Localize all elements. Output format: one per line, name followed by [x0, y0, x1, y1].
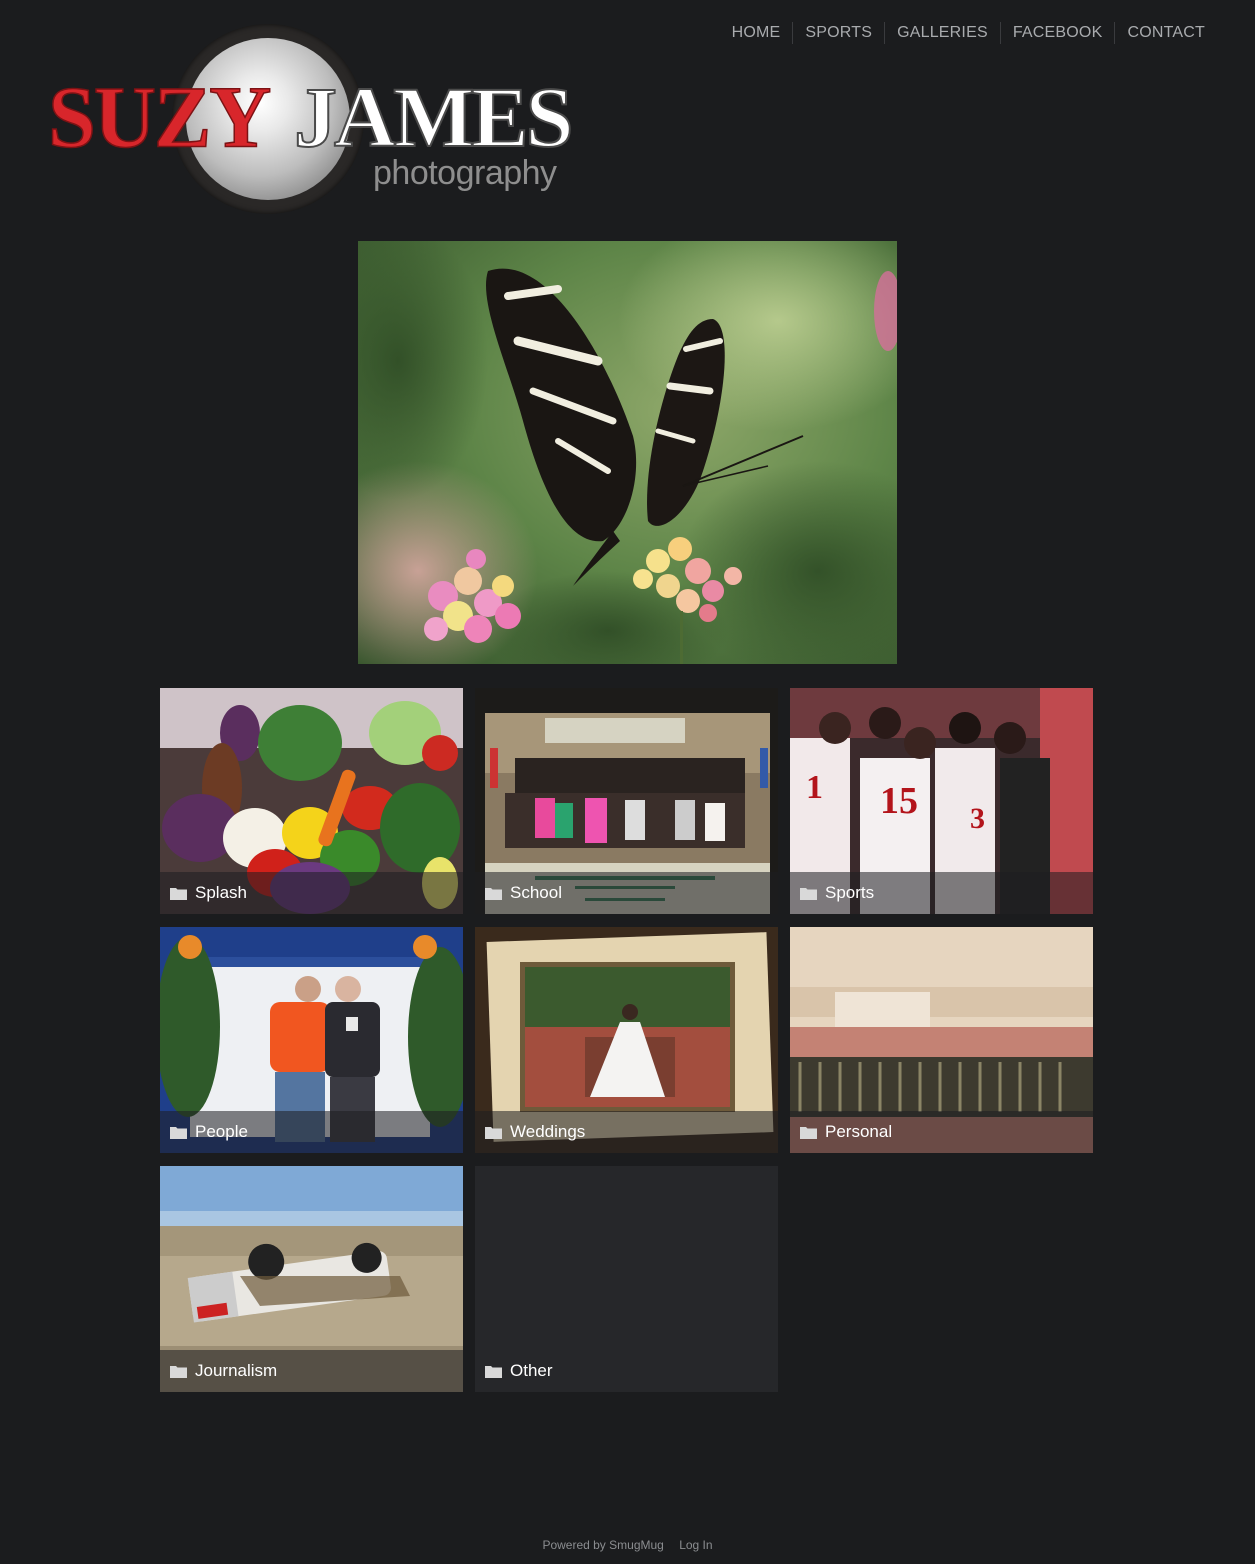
tile-caption: People	[160, 1111, 463, 1153]
gallery-tile-weddings[interactable]: Weddings	[475, 927, 778, 1153]
nav-facebook[interactable]: FACEBOOK	[999, 22, 1115, 44]
gallery-tile-splash[interactable]: Splash	[160, 688, 463, 914]
logo-word-suzy: SUZY	[47, 68, 272, 166]
tile-caption: Journalism	[160, 1350, 463, 1392]
gallery-tile-school[interactable]: School	[475, 688, 778, 914]
powered-by-smugmug-link[interactable]: Powered by SmugMug	[542, 1538, 663, 1552]
svg-text:1: 1	[806, 769, 823, 806]
folder-icon	[485, 1365, 502, 1378]
folder-icon	[170, 1365, 187, 1378]
hero-butterfly-image[interactable]	[358, 241, 897, 664]
folder-icon	[485, 887, 502, 900]
nav-galleries[interactable]: GALLERIES	[884, 22, 1000, 44]
svg-text:3: 3	[970, 802, 985, 835]
gallery-tile-personal[interactable]: Personal	[790, 927, 1093, 1153]
tile-caption: School	[475, 872, 778, 914]
site-logo[interactable]: SUZY JAMES photography	[47, 22, 574, 217]
tile-label-school: School	[510, 883, 562, 902]
tile-caption: Splash	[160, 872, 463, 914]
tile-label-people: People	[195, 1122, 248, 1141]
nav-sports[interactable]: SPORTS	[792, 22, 884, 44]
login-link[interactable]: Log In	[679, 1538, 712, 1552]
folder-icon	[485, 1126, 502, 1139]
gallery-tile-other[interactable]: Other	[475, 1166, 778, 1392]
gallery-tile-journalism[interactable]: Journalism	[160, 1166, 463, 1392]
tile-label-weddings: Weddings	[510, 1122, 586, 1141]
tile-label-personal: Personal	[825, 1122, 893, 1141]
tile-caption: Weddings	[475, 1111, 778, 1153]
logo-word-photography: photography	[373, 154, 557, 192]
tile-caption: Personal	[790, 1111, 1093, 1153]
svg-text:15: 15	[880, 780, 918, 822]
logo-word-james: JAMES	[293, 69, 574, 165]
main-nav: HOME SPORTS GALLERIES FACEBOOK CONTACT	[720, 22, 1217, 44]
folder-icon	[800, 1126, 817, 1139]
tile-caption: Other	[475, 1350, 778, 1392]
folder-icon	[170, 1126, 187, 1139]
gallery-tile-sports[interactable]: 1 15 3 Sports	[790, 688, 1093, 914]
tile-label-other: Other	[510, 1361, 553, 1380]
tile-caption: Sports	[790, 872, 1093, 914]
nav-home[interactable]: HOME	[720, 22, 793, 44]
folder-icon	[170, 887, 187, 900]
gallery-tile-people[interactable]: People	[160, 927, 463, 1153]
nav-contact[interactable]: CONTACT	[1114, 22, 1217, 44]
folder-icon	[800, 887, 817, 900]
site-footer: Powered by SmugMug Log In	[0, 1538, 1255, 1552]
tile-label-sports: Sports	[825, 883, 875, 902]
tile-label-journalism: Journalism	[195, 1361, 278, 1380]
tile-label-splash: Splash	[195, 883, 247, 902]
